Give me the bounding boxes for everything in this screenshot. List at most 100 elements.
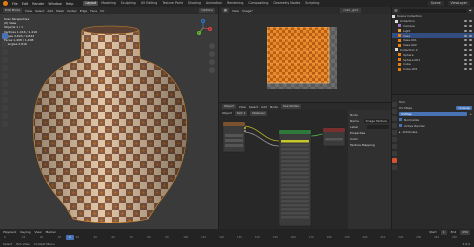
- modifier-tab-icon[interactable]: [392, 151, 397, 156]
- world-tab-icon[interactable]: [392, 137, 397, 142]
- tab-scripting[interactable]: Scripting: [303, 1, 321, 6]
- camera-icon[interactable]: [469, 53, 472, 56]
- options-button[interactable]: Options: [199, 8, 215, 13]
- camera-icon[interactable]: [469, 68, 472, 71]
- slot-selector[interactable]: Slot 1: [234, 110, 248, 116]
- uv-image-editor[interactable]: ▦ View Image* color_grid: [219, 7, 391, 102]
- extrude-tool-icon[interactable]: [2, 97, 8, 103]
- eye-icon[interactable]: [464, 39, 467, 42]
- camera-view-icon[interactable]: [209, 59, 215, 65]
- data-tab-icon[interactable]: [392, 158, 397, 163]
- blender-logo-icon[interactable]: [3, 1, 8, 6]
- tab-uv-editing[interactable]: UV Editing: [139, 1, 160, 6]
- menu-image[interactable]: Image*: [242, 9, 253, 13]
- menu-node-add[interactable]: Add: [261, 105, 267, 109]
- tab-geometry-nodes[interactable]: Geometry Nodes: [271, 1, 302, 6]
- camera-icon[interactable]: [469, 39, 472, 42]
- eye-icon[interactable]: [464, 20, 467, 23]
- uv-map-list-item[interactable]: UVMap: [399, 111, 468, 116]
- tool-tab-icon[interactable]: [392, 102, 397, 107]
- menu-marker[interactable]: Marker: [46, 230, 56, 234]
- uv-texture-image[interactable]: [267, 27, 337, 89]
- filter-icon[interactable]: ⏷: [469, 8, 472, 13]
- image-name-field[interactable]: color_grid: [340, 8, 361, 13]
- texture-mapping-section[interactable]: Texture Mapping: [350, 143, 389, 147]
- eye-icon[interactable]: [464, 44, 467, 47]
- menu-render[interactable]: Render: [32, 2, 44, 6]
- attributes-section-row[interactable]: ▸ Attributes: [399, 129, 472, 134]
- tab-texture-paint[interactable]: Texture Paint: [160, 1, 185, 6]
- eye-icon[interactable]: [464, 24, 467, 27]
- material-selector[interactable]: Material: [250, 110, 267, 116]
- principled-bsdf-node[interactable]: [278, 129, 312, 227]
- tab-modeling[interactable]: Modeling: [99, 1, 118, 6]
- node-name-field[interactable]: Image Texture: [363, 118, 389, 123]
- camera-icon[interactable]: [469, 20, 472, 23]
- menu-edge[interactable]: Edge: [80, 9, 88, 13]
- cursor-tool-icon[interactable]: [2, 41, 8, 47]
- current-frame-indicator[interactable]: 1: [66, 235, 74, 240]
- menu-timeline-view[interactable]: View: [34, 230, 41, 234]
- shader-node-editor[interactable]: Object View Select Add Node Use Nodes Ob…: [219, 103, 391, 229]
- menu-view[interactable]: View: [25, 9, 32, 13]
- menu-file[interactable]: File: [12, 2, 18, 6]
- pan-hand-icon[interactable]: [209, 51, 215, 57]
- menu-playback[interactable]: Playback: [3, 230, 16, 234]
- annotate-tool-icon[interactable]: [2, 81, 8, 87]
- editor-type-icon[interactable]: ▦: [222, 8, 229, 13]
- menu-mesh[interactable]: Mesh: [56, 9, 64, 13]
- use-nodes-toggle[interactable]: Use Nodes: [280, 104, 301, 109]
- camera-icon[interactable]: [469, 44, 472, 47]
- move-tool-icon[interactable]: [2, 49, 8, 55]
- properties-section[interactable]: Properties: [350, 131, 389, 135]
- scene-tab-icon[interactable]: [392, 130, 397, 135]
- start-frame-field[interactable]: 1: [440, 229, 447, 235]
- vase-mesh[interactable]: [28, 21, 193, 226]
- camera-icon[interactable]: [469, 63, 472, 66]
- material-output-node[interactable]: [322, 127, 346, 147]
- render-tab-icon[interactable]: [392, 109, 397, 114]
- eye-icon[interactable]: [464, 29, 467, 32]
- eye-icon[interactable]: [464, 34, 467, 37]
- measure-tool-icon[interactable]: [2, 89, 8, 95]
- menu-uv[interactable]: UV: [100, 9, 104, 13]
- transform-tool-icon[interactable]: [2, 73, 8, 79]
- tab-layout[interactable]: Layout: [83, 1, 99, 6]
- 3d-viewport[interactable]: Edit Mode View Select Add Mesh Vertex Ed…: [0, 7, 218, 229]
- view-layer-field[interactable]: ViewLayer: [447, 1, 470, 6]
- scene-field[interactable]: Scene: [427, 1, 444, 6]
- outliner[interactable]: ☰ ⏷ Scene Collection Collection Camera L…: [392, 7, 474, 94]
- mode-selector[interactable]: Edit Mode: [3, 8, 22, 13]
- uv-add-button[interactable]: +: [469, 112, 472, 116]
- output-tab-icon[interactable]: [392, 116, 397, 121]
- timeline-ruler[interactable]: 1 0 10 20 30 40 50 60 70 80 90 100 110 120 130 140 150 1…: [4, 235, 470, 241]
- color-section[interactable]: Color: [350, 137, 389, 141]
- properties-editor[interactable]: Tool UV Maps Unwrap UVMap + Normalize Ac…: [392, 95, 474, 229]
- timeline[interactable]: Playback Keying View Marker Start 1 End …: [0, 229, 474, 247]
- camera-icon[interactable]: [469, 48, 472, 51]
- end-frame-field[interactable]: 250: [460, 229, 470, 235]
- menu-node-select[interactable]: Select: [249, 105, 258, 109]
- inset-tool-icon[interactable]: [2, 105, 8, 111]
- active-render-checkbox[interactable]: [399, 124, 402, 127]
- camera-icon[interactable]: [469, 58, 472, 61]
- eye-icon[interactable]: [464, 63, 467, 66]
- node-object-selector[interactable]: Object: [222, 104, 236, 109]
- menu-image-view[interactable]: View: [232, 9, 239, 13]
- menu-select[interactable]: Select: [35, 9, 44, 13]
- menu-node-view[interactable]: View: [239, 105, 246, 109]
- eye-icon[interactable]: [464, 68, 467, 71]
- camera-icon[interactable]: [469, 29, 472, 32]
- image-texture-node[interactable]: [222, 121, 246, 153]
- menu-vertex[interactable]: Vertex: [67, 9, 77, 13]
- unwrap-button[interactable]: Unwrap: [456, 105, 472, 110]
- node-label-field[interactable]: [367, 124, 389, 129]
- menu-add[interactable]: Add: [47, 9, 53, 13]
- grid-view-icon[interactable]: [209, 67, 215, 73]
- rotate-tool-icon[interactable]: [2, 57, 8, 63]
- tab-sculpting[interactable]: Sculpting: [119, 1, 138, 6]
- eye-icon[interactable]: [464, 58, 467, 61]
- view-layer-tab-icon[interactable]: [392, 123, 397, 128]
- outliner-type-icon[interactable]: ☰: [394, 8, 398, 13]
- camera-icon[interactable]: [469, 24, 472, 27]
